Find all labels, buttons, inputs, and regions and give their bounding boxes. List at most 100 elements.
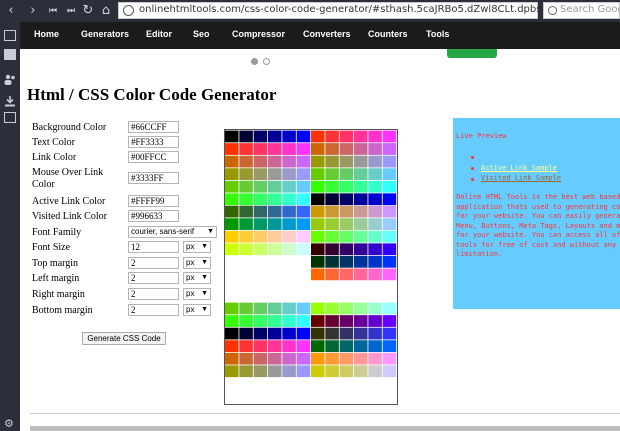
color-swatch[interactable] [339, 218, 354, 231]
top-margin-unit-select[interactable]: px ▼ [183, 257, 211, 269]
color-swatch[interactable] [339, 302, 354, 315]
color-swatch[interactable] [282, 243, 296, 256]
color-swatch[interactable] [296, 168, 311, 181]
color-swatch[interactable] [268, 155, 282, 168]
color-swatch[interactable] [282, 180, 296, 193]
color-swatch[interactable] [311, 302, 325, 315]
left-margin-unit-select[interactable]: px ▼ [183, 272, 211, 284]
color-swatch[interactable] [325, 168, 339, 181]
color-swatch[interactable] [253, 352, 268, 365]
color-swatch[interactable] [253, 365, 268, 378]
color-swatch[interactable] [354, 218, 368, 231]
color-swatch[interactable] [268, 143, 282, 155]
color-swatch[interactable] [354, 255, 368, 268]
color-swatch[interactable] [296, 302, 311, 315]
visited-link-color-input[interactable]: #996633 [128, 210, 179, 222]
color-swatch[interactable] [239, 243, 253, 256]
color-swatch[interactable] [282, 315, 296, 327]
nav-seo[interactable]: Seo [193, 29, 210, 39]
color-swatch[interactable] [339, 352, 354, 365]
address-bar[interactable]: onlinehtmltools.com/css-color-code-gener… [118, 2, 541, 19]
color-swatch[interactable] [239, 193, 253, 206]
color-swatch[interactable] [296, 180, 311, 193]
color-swatch[interactable] [325, 130, 339, 143]
nav-editor[interactable]: Editor [146, 29, 172, 39]
color-swatch[interactable] [225, 193, 239, 206]
color-swatch[interactable] [354, 193, 368, 206]
color-swatch[interactable] [253, 218, 268, 231]
window-icon[interactable] [4, 30, 16, 41]
color-swatch[interactable] [296, 340, 311, 353]
color-swatch[interactable] [311, 130, 325, 143]
notes-icon[interactable] [4, 112, 16, 123]
color-swatch[interactable] [253, 302, 268, 315]
color-swatch[interactable] [225, 302, 239, 315]
color-swatch[interactable] [282, 218, 296, 231]
color-swatch[interactable] [325, 230, 339, 243]
color-swatch[interactable] [339, 143, 354, 155]
color-swatch[interactable] [239, 205, 253, 218]
color-swatch[interactable] [225, 340, 239, 353]
color-swatch[interactable] [225, 180, 239, 193]
color-swatch[interactable] [239, 340, 253, 353]
color-swatch[interactable] [339, 315, 354, 327]
color-swatch[interactable] [325, 243, 339, 256]
color-swatch[interactable] [368, 352, 382, 365]
color-swatch[interactable] [325, 180, 339, 193]
color-swatch[interactable] [311, 340, 325, 353]
color-swatch[interactable] [225, 218, 239, 231]
color-swatch[interactable] [311, 180, 325, 193]
color-swatch[interactable] [253, 230, 268, 243]
color-swatch[interactable] [239, 230, 253, 243]
color-swatch[interactable] [354, 365, 368, 378]
color-swatch[interactable] [368, 218, 382, 231]
color-swatch[interactable] [268, 365, 282, 378]
color-swatch[interactable] [339, 327, 354, 340]
color-swatch[interactable] [311, 315, 325, 327]
color-swatch[interactable] [339, 340, 354, 353]
nav-converters[interactable]: Converters [303, 29, 351, 39]
color-swatch[interactable] [282, 302, 296, 315]
color-swatch[interactable] [282, 205, 296, 218]
mail-icon[interactable] [4, 49, 16, 60]
color-swatch[interactable] [296, 205, 311, 218]
nav-tools[interactable]: Tools [426, 29, 449, 39]
text-color-input[interactable]: #FF3333 [128, 136, 179, 148]
color-swatch[interactable] [368, 155, 382, 168]
color-swatch[interactable] [296, 130, 311, 143]
left-margin-input[interactable]: 2 [128, 272, 179, 284]
right-margin-input[interactable]: 2 [128, 288, 179, 300]
color-swatch[interactable] [296, 218, 311, 231]
color-swatch[interactable] [253, 327, 268, 340]
color-palette[interactable] [224, 129, 398, 405]
color-swatch[interactable] [354, 205, 368, 218]
color-swatch[interactable] [382, 193, 397, 206]
color-swatch[interactable] [253, 205, 268, 218]
color-swatch[interactable] [311, 193, 325, 206]
color-swatch[interactable] [339, 193, 354, 206]
color-swatch[interactable] [311, 230, 325, 243]
color-swatch[interactable] [368, 168, 382, 181]
color-swatch[interactable] [382, 255, 397, 268]
color-swatch[interactable] [325, 315, 339, 327]
color-swatch[interactable] [325, 193, 339, 206]
color-swatch[interactable] [354, 180, 368, 193]
color-swatch[interactable] [268, 168, 282, 181]
color-swatch[interactable] [339, 255, 354, 268]
color-swatch[interactable] [368, 180, 382, 193]
color-swatch[interactable] [339, 268, 354, 281]
color-swatch[interactable] [382, 315, 397, 327]
color-swatch[interactable] [354, 302, 368, 315]
mouse-over-link-color-input[interactable]: #3333FF [128, 172, 179, 184]
color-swatch[interactable] [368, 340, 382, 353]
bottom-margin-unit-select[interactable]: px ▼ [183, 304, 211, 316]
color-swatch[interactable] [311, 352, 325, 365]
nav-compressor[interactable]: Compressor [232, 29, 285, 39]
color-swatch[interactable] [239, 218, 253, 231]
color-swatch[interactable] [339, 180, 354, 193]
color-swatch[interactable] [368, 243, 382, 256]
color-swatch[interactable] [368, 365, 382, 378]
color-swatch[interactable] [325, 143, 339, 155]
color-swatch[interactable] [225, 168, 239, 181]
color-swatch[interactable] [368, 302, 382, 315]
